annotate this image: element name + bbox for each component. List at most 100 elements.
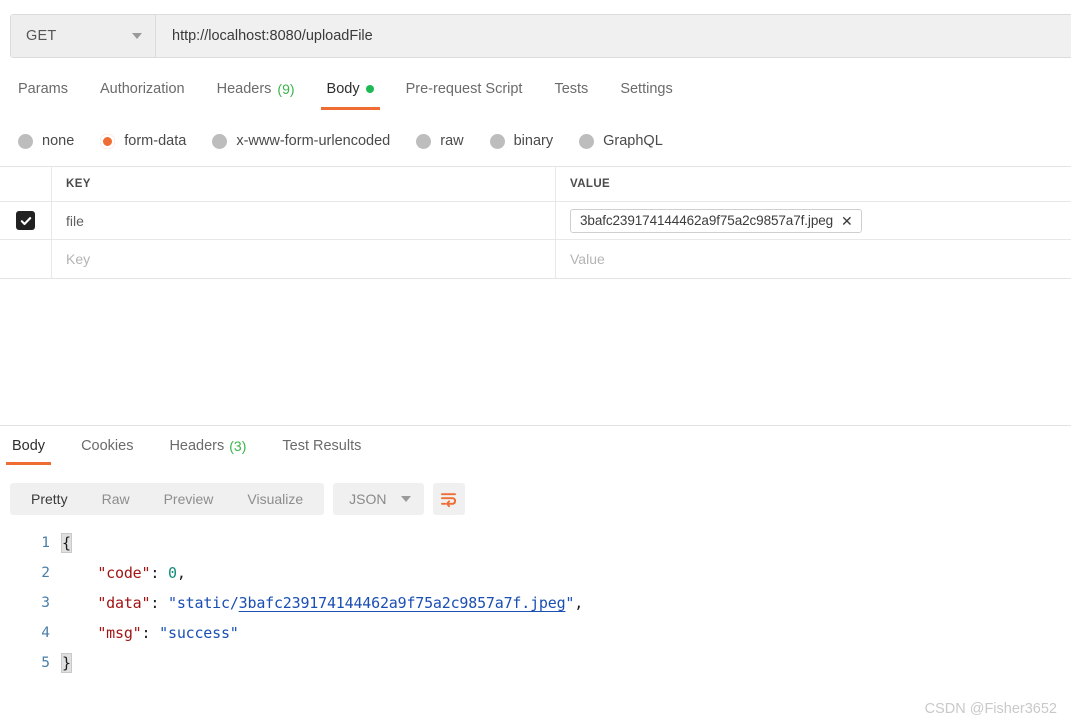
table-header-row: KEY VALUE [0,167,1071,202]
view-mode-visualize[interactable]: Visualize [230,483,320,515]
column-header-value: VALUE [570,178,611,190]
tab-tests-label: Tests [554,81,589,97]
code-line: 2 "code": 0, [0,558,1071,588]
json-key: "msg" [97,624,142,642]
json-key: "code" [97,564,151,582]
json-string-value: "success" [159,624,239,642]
radio-icon [18,133,33,149]
request-url-bar: GET http://localhost:8080/uploadFile [10,14,1071,58]
response-tab-test-results[interactable]: Test Results [276,436,367,465]
json-comma: , [176,564,186,582]
code-line: 4 "msg": "success" [0,618,1071,648]
json-string-link[interactable]: 3bafc239174144462a9f75a2c9857a7f.jpeg [239,594,566,612]
json-open-brace: { [61,533,72,553]
chevron-down-icon [132,33,142,39]
remove-file-icon[interactable]: ✕ [841,214,853,228]
radio-icon [416,133,432,149]
json-number-value: 0 [168,564,177,582]
view-mode-raw[interactable]: Raw [85,483,147,515]
body-type-form-data-label: form-data [124,133,187,149]
row-key-value: file [66,212,84,229]
response-tab-body[interactable]: Body [6,436,52,465]
json-colon: : [150,594,168,612]
response-body-code[interactable]: 1 { 2 "code": 0, 3 "data": "static/3bafc… [0,528,1071,678]
tab-authorization[interactable]: Authorization [100,78,185,110]
body-type-none[interactable]: none [18,133,74,149]
pane-divider[interactable] [0,425,1071,426]
wrap-lines-icon [441,492,457,507]
view-mode-pretty[interactable]: Pretty [14,483,85,515]
view-mode-preview[interactable]: Preview [147,483,231,515]
tab-headers[interactable]: Headers (9) [217,78,295,110]
row-value-cell: 3bafc239174144462a9f75a2c9857a7f.jpeg ✕ [556,202,1071,239]
table-header-value-cell: VALUE [556,167,1071,201]
body-type-graphql-label: GraphQL [603,133,663,149]
line-number: 1 [41,535,50,551]
table-header-check-cell [0,167,52,201]
body-type-none-label: none [42,133,75,149]
json-string-prefix: "static/ [168,594,239,612]
body-type-raw-label: raw [440,133,464,149]
row-check-cell [0,202,52,239]
radio-icon [212,133,228,149]
request-url-input[interactable]: http://localhost:8080/uploadFile [156,15,1071,57]
response-tab-headers[interactable]: Headers (3) [163,436,252,465]
body-type-binary-label: binary [513,133,554,149]
code-line: 1 { [0,528,1071,558]
json-colon: : [150,564,168,582]
code-line-content: "data": "static/3bafc239174144462a9f75a2… [62,594,583,612]
request-tab-bar: Params Authorization Headers (9) Body Pr… [0,78,1071,116]
response-tab-headers-label: Headers [169,438,225,454]
row-key-placeholder: Key [66,251,91,267]
tab-pre-request-script-label: Pre-request Script [405,81,523,97]
response-tab-test-results-label: Test Results [282,438,362,454]
file-chip[interactable]: 3bafc239174144462a9f75a2c9857a7f.jpeg ✕ [570,208,862,233]
json-colon: : [141,624,160,642]
json-comma: , [574,594,584,612]
tab-authorization-label: Authorization [99,81,185,97]
tab-pre-request-script[interactable]: Pre-request Script [406,78,523,110]
row-value-cell[interactable]: Value [556,240,1071,278]
radio-icon [579,133,595,149]
http-method-label: GET [26,28,57,44]
column-header-key: KEY [66,178,91,190]
body-modified-dot-icon [365,85,374,93]
tab-headers-count: (9) [277,81,295,97]
table-header-key-cell: KEY [52,167,556,201]
row-check-cell [0,240,52,278]
tab-body-label: Body [326,81,360,97]
radio-selected-icon [100,133,116,149]
response-format-select[interactable]: JSON [333,483,424,515]
json-key: "data" [97,594,151,612]
code-line-content: } [61,653,72,673]
code-line: 3 "data": "static/3bafc239174144462a9f75… [0,588,1071,618]
body-type-graphql[interactable]: GraphQL [579,133,663,149]
body-type-x-www-form-urlencoded[interactable]: x-www-form-urlencoded [212,133,390,149]
row-key-cell[interactable]: Key [52,240,556,278]
tab-params-label: Params [18,81,68,97]
response-tab-body-label: Body [12,438,46,454]
wrap-lines-button[interactable] [432,483,465,515]
tab-tests[interactable]: Tests [554,78,588,110]
response-view-toolbar: Pretty Raw Preview Visualize JSON [10,482,465,516]
tab-settings[interactable]: Settings [620,78,672,110]
tab-body[interactable]: Body [320,78,380,110]
row-key-cell[interactable]: file [52,202,556,239]
body-type-urlencoded-label: x-www-form-urlencoded [236,133,391,149]
http-method-select[interactable]: GET [11,15,156,57]
row-enabled-checkbox[interactable] [16,211,35,230]
body-type-binary[interactable]: binary [489,133,554,149]
response-tab-cookies[interactable]: Cookies [75,436,139,465]
file-chip-filename: 3bafc239174144462a9f75a2c9857a7f.jpeg [580,213,834,228]
body-type-raw[interactable]: raw [416,133,464,149]
response-tab-headers-count: (3) [229,438,247,454]
body-type-form-data[interactable]: form-data [100,133,186,149]
radio-icon [489,133,505,149]
tab-params[interactable]: Params [18,78,68,110]
chevron-down-icon [400,496,411,502]
code-line-content: "code": 0, [62,564,186,582]
response-format-label: JSON [349,491,387,507]
